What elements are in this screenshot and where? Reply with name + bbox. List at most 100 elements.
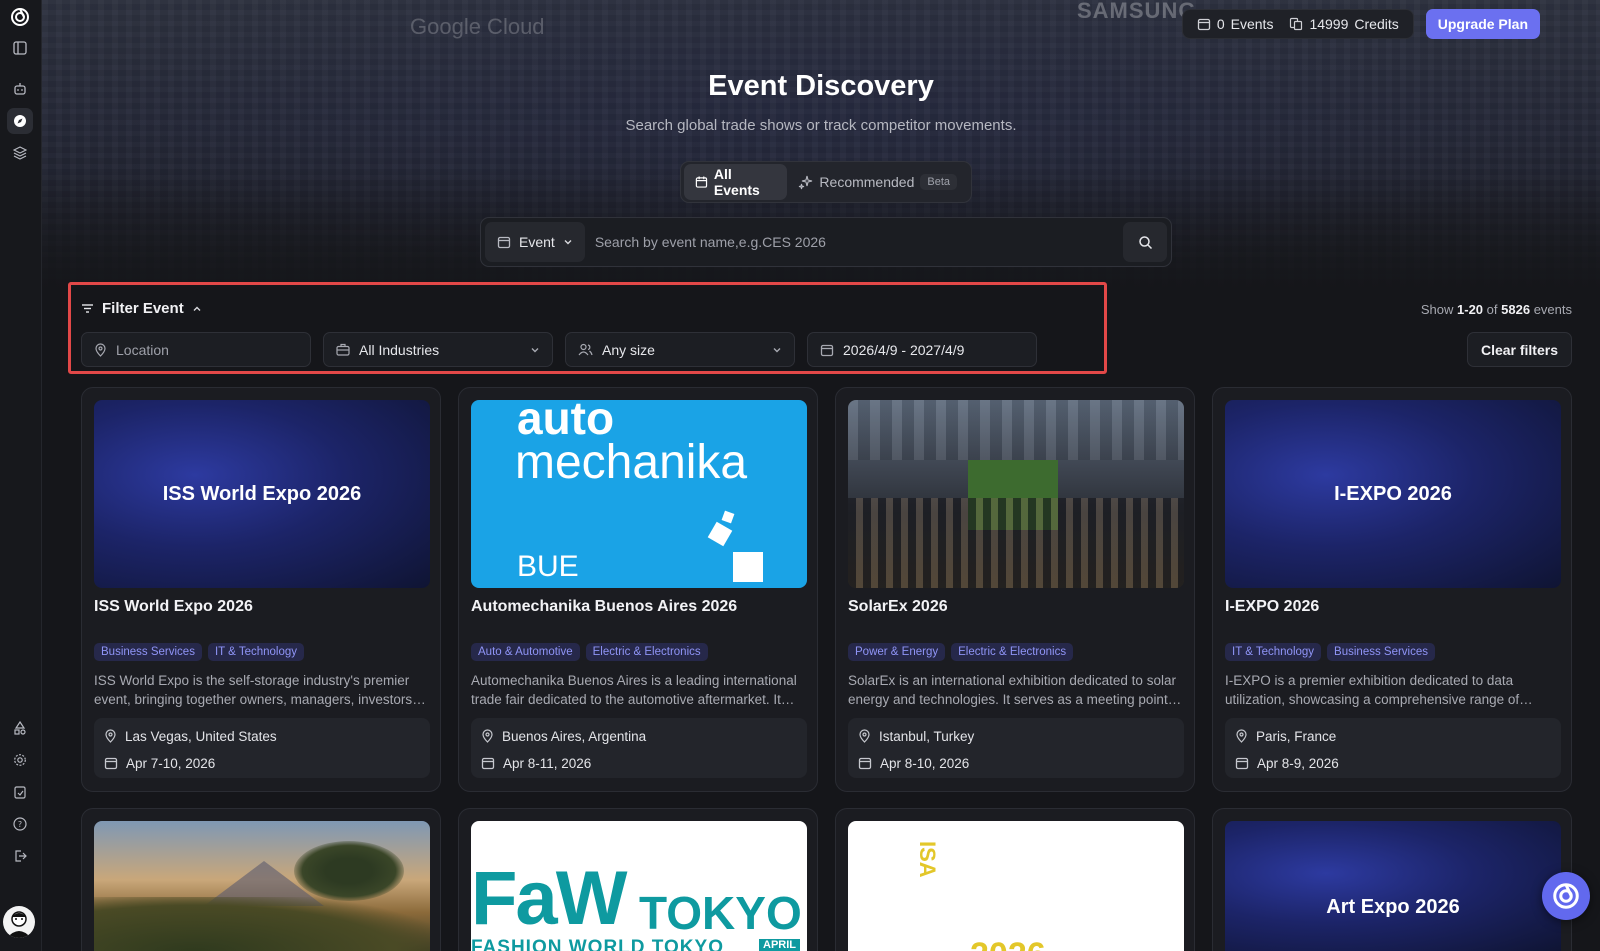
calendar-icon (820, 344, 834, 356)
industry-tag: Electric & Electronics (951, 643, 1074, 661)
bg-brand-sign-left: Google Cloud (410, 14, 545, 39)
coins-icon (1290, 17, 1303, 31)
event-card-tags: Power & Energy Electric & Electronics (848, 643, 1074, 661)
chevron-down-icon (531, 347, 539, 352)
results-count: Show 1-20 of 5826 events (1420, 302, 1572, 317)
tab-all-events[interactable]: All Events (684, 164, 788, 200)
event-card-title[interactable]: I-EXPO 2026 (1225, 598, 1319, 616)
event-location: Buenos Aires, Argentina (502, 728, 647, 744)
calendar-icon (1235, 757, 1249, 770)
event-card[interactable]: ISS World Expo 2026 ISS World Expo 2026 … (81, 387, 441, 792)
sidebar: ? (0, 0, 42, 951)
map-pin-icon (859, 729, 870, 743)
event-card[interactable]: ISA 2026 (835, 808, 1195, 951)
filter-toggle[interactable]: Filter Event (81, 300, 202, 317)
event-card[interactable]: I-EXPO 2026 I-EXPO 2026 IT & Technology … (1212, 387, 1572, 792)
compass-icon[interactable] (7, 108, 33, 134)
search-type-select[interactable]: Event (485, 222, 585, 262)
industry-tag: Business Services (94, 643, 202, 661)
event-card-meta: Istanbul, Turkey Apr 8-10, 2026 (848, 718, 1184, 778)
event-tabs: All Events Recommended Beta (680, 161, 972, 203)
event-card-title[interactable]: ISS World Expo 2026 (94, 598, 253, 616)
logout-icon[interactable] (7, 843, 33, 869)
industry-tag: Business Services (1327, 643, 1436, 661)
calendar-icon (481, 757, 495, 770)
app-logo-icon[interactable] (7, 4, 33, 30)
avatar[interactable] (3, 906, 35, 938)
event-location: Paris, France (1256, 728, 1337, 744)
event-card[interactable]: Art Expo 2026 (1212, 808, 1572, 951)
clipboard-icon[interactable] (7, 779, 33, 805)
event-card-title[interactable]: SolarEx 2026 (848, 598, 948, 616)
search-bar: Event (480, 217, 1172, 267)
help-icon[interactable]: ? (7, 811, 33, 837)
calendar-icon (695, 176, 708, 188)
shapes-icon[interactable] (7, 715, 33, 741)
bot-icon[interactable] (7, 76, 33, 102)
map-pin-icon (482, 729, 493, 743)
size-select[interactable]: Any size (565, 332, 795, 367)
event-card-image: ISA 2026 (848, 821, 1184, 951)
event-card-image: I-EXPO 2026 (1225, 400, 1561, 588)
event-card-image: Art Expo 2026 (1225, 821, 1561, 951)
map-pin-icon (95, 342, 106, 357)
event-date: Apr 8-9, 2026 (1257, 755, 1339, 771)
map-pin-icon (1236, 729, 1247, 743)
app-logo-icon (1553, 883, 1579, 909)
event-location: Las Vegas, United States (125, 728, 277, 744)
hero-banner: Google Cloud SAMSUNG Event Discovery Sea… (42, 0, 1600, 290)
svg-text:?: ? (18, 820, 22, 829)
calendar-icon (497, 236, 511, 249)
event-card-image (848, 400, 1184, 588)
event-card-tags: IT & Technology Business Services (1225, 643, 1436, 661)
event-card-meta: Las Vegas, United States Apr 7-10, 2026 (94, 718, 430, 778)
event-card[interactable]: SolarEx 2026 Power & Energy Electric & E… (835, 387, 1195, 792)
calendar-icon (104, 757, 118, 770)
event-card-title[interactable]: Automechanika Buenos Aires 2026 (471, 598, 737, 616)
page-title: Event Discovery (708, 70, 934, 102)
event-card-meta: Paris, France Apr 8-9, 2026 (1225, 718, 1561, 778)
top-bar: 0 Events 14999 Credits Upgrade Plan (1181, 9, 1540, 39)
beta-badge: Beta (920, 174, 957, 190)
event-card-description: Automechanika Buenos Aires is a leading … (471, 673, 797, 707)
chevron-down-icon (564, 240, 572, 245)
event-card[interactable]: auto mechanika BUE Automechanika Buenos … (458, 387, 818, 792)
account-stats: 0 Events 14999 Credits (1181, 9, 1414, 39)
date-range-picker[interactable]: 2026/4/9 - 2027/4/9 (807, 332, 1037, 367)
gear-icon[interactable] (7, 747, 33, 773)
event-card[interactable]: FaW TOKYO FASHION WORLD TOKYO APRIL (458, 808, 818, 951)
clear-filters-button[interactable]: Clear filters (1466, 332, 1572, 367)
layers-icon[interactable] (7, 140, 33, 166)
sparkles-icon (799, 175, 813, 189)
industry-tag: Auto & Automotive (471, 643, 580, 661)
event-card-image: FaW TOKYO FASHION WORLD TOKYO APRIL (471, 821, 807, 951)
location-field[interactable]: Location (81, 332, 311, 367)
tab-recommended[interactable]: Recommended Beta (787, 164, 968, 200)
industries-select[interactable]: All Industries (323, 332, 553, 367)
calendar-icon (1197, 18, 1210, 31)
chevron-up-icon (193, 306, 201, 311)
event-card-tags: Auto & Automotive Electric & Electronics (471, 643, 708, 661)
events-counter[interactable]: 0 Events (1197, 16, 1273, 32)
event-date: Apr 8-10, 2026 (880, 755, 970, 771)
event-date: Apr 7-10, 2026 (126, 755, 216, 771)
event-card-meta: Buenos Aires, Argentina Apr 8-11, 2026 (471, 718, 807, 778)
users-icon (578, 343, 593, 356)
filter-icon (82, 304, 93, 313)
event-card-image (94, 821, 430, 951)
event-card-image: auto mechanika BUE (471, 400, 807, 588)
upgrade-plan-button[interactable]: Upgrade Plan (1425, 9, 1540, 39)
search-button[interactable] (1123, 222, 1167, 262)
event-card[interactable] (81, 808, 441, 951)
industry-tag: Electric & Electronics (585, 643, 708, 661)
sidebar-toggle-icon[interactable] (7, 35, 33, 61)
event-card-tags: Business Services IT & Technology (94, 643, 305, 661)
assistant-fab[interactable] (1542, 872, 1590, 920)
page-subtitle: Search global trade shows or track compe… (625, 117, 1017, 134)
event-date: Apr 8-11, 2026 (503, 755, 592, 771)
event-card-description: ISS World Expo is the self-storage indus… (94, 673, 413, 707)
map-pin-icon (105, 729, 116, 743)
event-card-description: I-EXPO is a premier exhibition dedicated… (1225, 673, 1520, 707)
search-input[interactable] (584, 222, 1123, 262)
credits-counter[interactable]: 14999 Credits (1289, 16, 1399, 32)
